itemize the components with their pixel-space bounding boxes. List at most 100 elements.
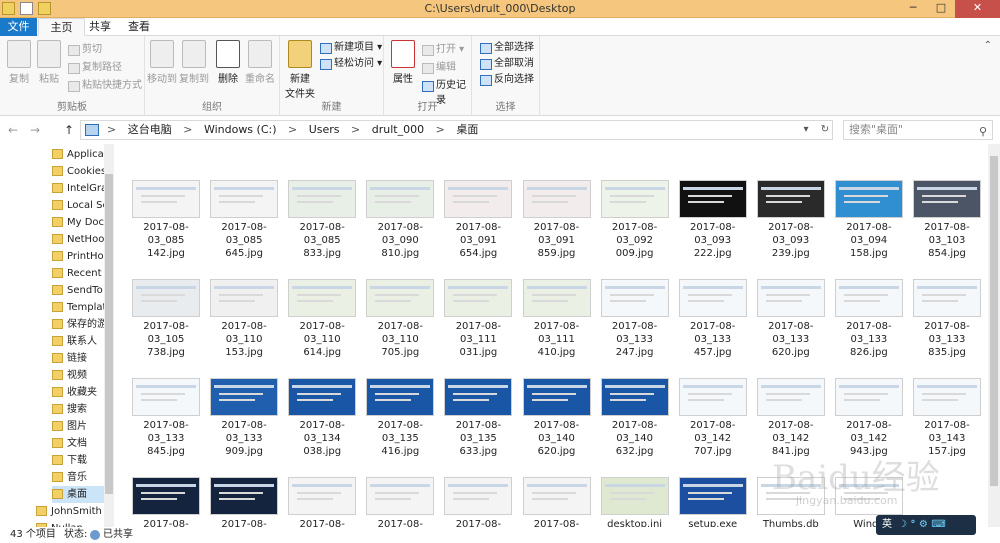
file-thumbnail[interactable]	[444, 477, 513, 515]
file-thumbnail[interactable]	[834, 180, 903, 218]
sidebar-item[interactable]: 搜索	[52, 401, 104, 418]
sidebar-item[interactable]: NetHood	[52, 231, 104, 248]
address-dropdown-button[interactable]: ▾	[797, 120, 815, 140]
close-button[interactable]: ✕	[955, 0, 1000, 18]
sidebar-item[interactable]: 视频	[52, 367, 104, 384]
file-thumbnail[interactable]	[913, 378, 981, 416]
sidebar-item[interactable]: 联系人	[52, 333, 104, 350]
refresh-button[interactable]: ↻	[816, 120, 834, 140]
file-thumbnail[interactable]	[522, 279, 591, 317]
file-thumbnail[interactable]	[366, 378, 435, 416]
paste-button[interactable]: 粘贴	[32, 40, 66, 85]
file-thumbnail[interactable]	[210, 477, 279, 515]
content-scroll-thumb[interactable]	[990, 156, 998, 486]
easy-access-button[interactable]: 轻松访问 ▾	[318, 56, 382, 71]
file-thumbnail[interactable]	[834, 378, 903, 416]
sidebar-item[interactable]: 保存的游	[52, 316, 104, 333]
sidebar-item[interactable]: Nullan	[36, 520, 104, 527]
file-thumbnail[interactable]	[288, 477, 357, 515]
select-none-button[interactable]: 全部取消	[478, 56, 534, 71]
file-thumbnail[interactable]	[132, 279, 200, 317]
ime-icons[interactable]: ☽ ° ⚙ ⌨	[898, 519, 946, 530]
search-input[interactable]: 搜索"桌面" ⚲	[843, 120, 993, 140]
history-button[interactable]: 历史记录	[420, 78, 471, 106]
file-thumbnail[interactable]	[678, 378, 747, 416]
file-thumbnail[interactable]	[444, 378, 513, 416]
tab-share[interactable]: 共享	[85, 18, 115, 36]
file-thumbnail[interactable]	[678, 279, 747, 317]
file-thumbnail[interactable]	[600, 180, 669, 218]
sidebar-item[interactable]: PrintHoo	[52, 248, 104, 265]
file-thumbnail[interactable]	[913, 279, 981, 317]
file-thumbnail[interactable]	[756, 279, 825, 317]
file-thumbnail[interactable]	[288, 180, 357, 218]
content-scrollbar[interactable]	[988, 144, 1000, 527]
address-bar[interactable]: > 这台电脑 > Windows (C:) > Users > drult_00…	[80, 120, 833, 140]
file-thumbnail[interactable]	[288, 279, 357, 317]
copy-button[interactable]: 复制	[2, 40, 36, 85]
copy-to-button[interactable]: 复制到	[177, 40, 211, 85]
ime-language[interactable]: 英	[882, 519, 892, 530]
ribbon-collapse-icon[interactable]: ⌃	[984, 40, 992, 51]
cut-button[interactable]: 剪切	[66, 42, 102, 57]
delete-button[interactable]: 删除	[211, 40, 245, 85]
forward-button[interactable]: →	[30, 123, 40, 137]
file-thumbnail[interactable]	[522, 180, 591, 218]
new-folder-button[interactable]: 新建 文件夹	[282, 40, 318, 100]
minimize-button[interactable]: ─	[899, 0, 927, 18]
sidebar-item[interactable]: Template	[52, 299, 104, 316]
sidebar-item[interactable]: Local Se	[52, 197, 104, 214]
sidebar-item[interactable]: My Docu	[52, 214, 104, 231]
paste-shortcut-button[interactable]: 粘贴快捷方式	[66, 78, 142, 93]
breadcrumb-computer[interactable]: 这台电脑	[128, 123, 172, 136]
up-button[interactable]: ↑	[64, 123, 74, 137]
file-thumbnail[interactable]	[444, 180, 513, 218]
file-thumbnail[interactable]	[756, 378, 825, 416]
sidebar-item[interactable]: Recent	[52, 265, 104, 282]
sidebar-item[interactable]: 下载	[52, 452, 104, 469]
file-thumbnail[interactable]	[600, 477, 669, 515]
move-to-button[interactable]: 移动到	[145, 40, 179, 85]
sidebar-scrollbar[interactable]	[104, 144, 114, 527]
file-thumbnail[interactable]	[210, 279, 279, 317]
sidebar-item[interactable]: 链接	[52, 350, 104, 367]
ime-toolbar[interactable]: 英 ☽ ° ⚙ ⌨	[876, 515, 976, 535]
file-thumbnail[interactable]	[132, 180, 200, 218]
tab-home[interactable]: 主页	[38, 18, 85, 36]
file-thumbnail[interactable]	[834, 279, 903, 317]
open-button[interactable]: 打开 ▾	[420, 42, 464, 57]
breadcrumb-desktop[interactable]: 桌面	[456, 123, 478, 136]
file-thumbnail[interactable]	[756, 180, 825, 218]
sidebar-item[interactable]: 桌面	[52, 486, 104, 503]
tab-file[interactable]: 文件	[0, 18, 37, 36]
sidebar-item[interactable]: 音乐	[52, 469, 104, 486]
sidebar-item[interactable]: 文档	[52, 435, 104, 452]
sidebar-item[interactable]: Cookies	[52, 163, 104, 180]
file-thumbnail[interactable]	[288, 378, 357, 416]
edit-button[interactable]: 编辑	[420, 60, 456, 75]
file-thumbnail[interactable]	[913, 180, 981, 218]
file-thumbnail[interactable]	[132, 378, 200, 416]
select-all-button[interactable]: 全部选择	[478, 40, 534, 55]
new-item-button[interactable]: 新建项目 ▾	[318, 40, 382, 55]
back-button[interactable]: ←	[8, 123, 18, 137]
file-thumbnail[interactable]	[678, 180, 747, 218]
copy-path-button[interactable]: 复制路径	[66, 60, 122, 75]
breadcrumb-user[interactable]: drult_000	[372, 123, 424, 136]
file-thumbnail[interactable]	[366, 180, 435, 218]
file-thumbnail[interactable]	[600, 279, 669, 317]
file-thumbnail[interactable]	[210, 378, 279, 416]
file-thumbnail[interactable]	[522, 477, 591, 515]
sidebar-item[interactable]: Applicati	[52, 146, 104, 163]
file-thumbnail[interactable]	[366, 477, 435, 515]
file-thumbnail[interactable]	[444, 279, 513, 317]
file-thumbnail[interactable]	[678, 477, 747, 515]
properties-button[interactable]: 属性	[386, 40, 420, 85]
sidebar-item[interactable]: JohnSmith	[36, 503, 104, 520]
maximize-button[interactable]: □	[927, 0, 955, 18]
sidebar-item[interactable]: 收藏夹	[52, 384, 104, 401]
sidebar-item[interactable]: IntelGrap	[52, 180, 104, 197]
breadcrumb-users[interactable]: Users	[309, 123, 340, 136]
sidebar-scroll-thumb[interactable]	[105, 174, 113, 494]
invert-selection-button[interactable]: 反向选择	[478, 72, 534, 87]
